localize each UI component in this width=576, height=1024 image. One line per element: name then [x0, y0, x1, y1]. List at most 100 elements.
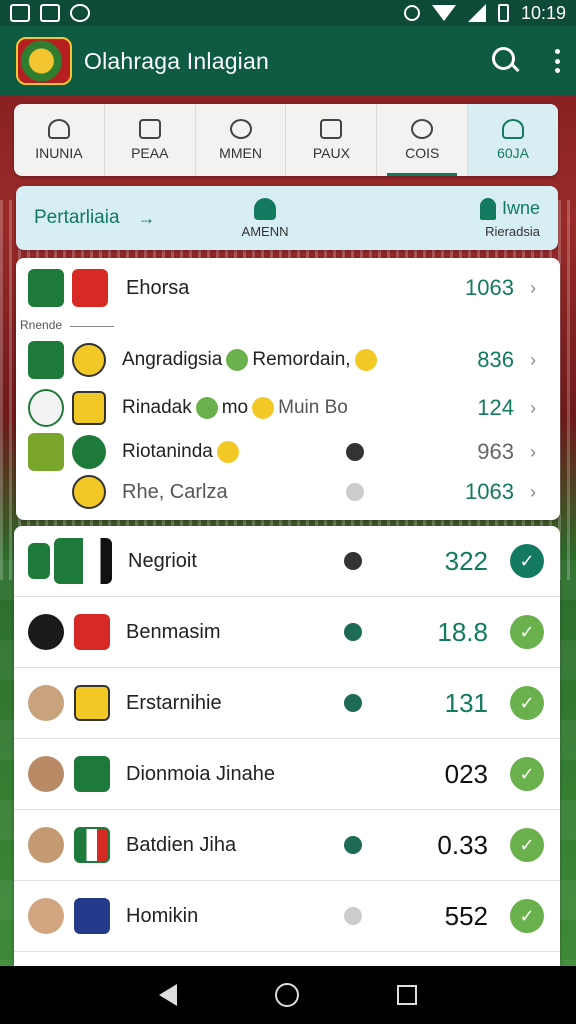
team-badge-icon: [74, 614, 110, 650]
item-name: Rhe, Carlza: [122, 480, 228, 503]
status-dot: [344, 623, 362, 641]
section-label: Rnende: [20, 318, 63, 332]
promo-banner[interactable]: Pertarliaia → AMENN Iwne Rieradsia: [16, 186, 558, 250]
player-value: 0.33: [437, 829, 488, 860]
app-logo: [16, 37, 72, 85]
table-row[interactable]: Dionmoia Jinahe 023 ✓: [14, 739, 560, 810]
player-avatar: [28, 827, 64, 863]
table-row[interactable]: Negrioit 322 ✓: [14, 526, 560, 597]
player-name: Negrioit: [128, 549, 197, 572]
check-icon[interactable]: ✓: [510, 544, 544, 578]
team-badge-icon: [72, 269, 108, 307]
item-name: Ehorsa: [126, 276, 190, 299]
arrow-right-icon: →: [137, 207, 156, 228]
item-value: 963: [477, 439, 514, 464]
chevron-right-icon: ›: [530, 481, 536, 502]
team-badge-icon: [28, 614, 64, 650]
back-icon[interactable]: [159, 984, 177, 1006]
search-icon[interactable]: [492, 47, 520, 75]
check-icon[interactable]: ✓: [510, 899, 544, 933]
table-row[interactable]: Benmasim 18.8 ✓: [14, 597, 560, 668]
trophy-icon: [479, 197, 496, 220]
team-badge-icon: [74, 898, 110, 934]
user-icon: [502, 119, 525, 139]
banner-mid-label: AMENN: [241, 223, 289, 239]
check-icon[interactable]: ✓: [510, 757, 544, 791]
player-value: 552: [444, 900, 488, 931]
player-name: Batdien Jiha: [126, 833, 237, 856]
table-row[interactable]: Erstarnihie 131 ✓: [14, 668, 560, 739]
team-badge-icon: [72, 435, 106, 469]
sync-icon: [70, 4, 90, 22]
table-row[interactable]: Homikin 552 ✓: [14, 881, 560, 952]
list-item[interactable]: Ehorsa 1063 ›: [16, 264, 560, 312]
item-name: Angradigsia Remordain,: [122, 348, 381, 371]
book-icon: [320, 119, 343, 139]
item-value: 1063: [465, 479, 514, 504]
table-row[interactable]: Batdien Jiha 0.33 ✓: [14, 810, 560, 881]
signal-icon: [467, 4, 486, 22]
category-tabs: INUNIA PEAA MMEN PAUX COIS 60JA: [14, 104, 558, 176]
home-icon[interactable]: [275, 983, 299, 1007]
item-value: 1063: [465, 275, 514, 300]
player-value: 023: [444, 758, 488, 789]
person-icon: [47, 119, 70, 139]
item-value: 124: [477, 395, 514, 420]
team-badge-icon: [72, 391, 106, 425]
banner-title: Pertarliaia: [34, 207, 120, 228]
tab-label: PAUX: [312, 145, 350, 161]
player-name: Homikin: [126, 904, 199, 927]
status-time: 10:19: [520, 2, 566, 23]
player-avatar: [72, 343, 106, 377]
team-badge-icon: [28, 341, 64, 379]
tab-peaa[interactable]: PEAA: [105, 104, 196, 176]
team-badge-icon: [28, 543, 50, 579]
player-list: Negrioit 322 ✓ Benmasim 18.8 ✓ Erstarnih…: [14, 526, 560, 966]
player-avatar: [28, 898, 64, 934]
system-nav-bar: [0, 966, 576, 1024]
tab-label: INUNIA: [35, 145, 83, 161]
player-name: Dionmoia Jinahe: [126, 762, 275, 785]
tab-inunia[interactable]: INUNIA: [14, 104, 105, 176]
player-name: Erstarnihie: [126, 691, 222, 714]
divider: [70, 326, 114, 327]
team-badge-icon: [54, 538, 112, 584]
chevron-right-icon: ›: [530, 397, 536, 418]
search-icon: [229, 119, 252, 139]
chevron-right-icon: ›: [530, 441, 536, 462]
app-bar: Olahraga Inlagian: [0, 26, 576, 96]
tab-label: MMEN: [219, 145, 262, 161]
recent-apps-icon[interactable]: [397, 985, 417, 1005]
tv-icon: [138, 119, 161, 139]
item-value: 836: [477, 347, 514, 372]
chevron-right-icon: ›: [530, 277, 536, 298]
tab-60ja[interactable]: 60JA: [468, 104, 558, 176]
item-name: Rinadak mo Muin Bo: [122, 396, 348, 419]
vibrate-icon: [403, 5, 420, 21]
tab-mmen[interactable]: MMEN: [196, 104, 287, 176]
status-bar: 10:19: [0, 0, 576, 26]
list-item[interactable]: Rinadak mo Muin Bo 124 ›: [16, 384, 560, 432]
check-icon[interactable]: ✓: [510, 828, 544, 862]
tab-label: PEAA: [131, 145, 169, 161]
more-options-icon[interactable]: [554, 49, 560, 73]
app-title: Olahraga Inlagian: [84, 47, 269, 74]
team-badge-icon: [28, 389, 64, 427]
tab-paux[interactable]: PAUX: [286, 104, 378, 176]
battery-icon: [497, 4, 509, 22]
list-item[interactable]: Rhe, Carlza 1063 ›: [16, 468, 560, 516]
person-icon: [254, 197, 277, 220]
check-icon[interactable]: ✓: [510, 686, 544, 720]
status-dot: [344, 694, 362, 712]
news-icon: [40, 4, 60, 22]
tab-cois[interactable]: COIS: [377, 104, 469, 176]
chevron-right-icon: ›: [530, 349, 536, 370]
status-dot: [344, 836, 362, 854]
player-avatar: [28, 756, 64, 792]
player-value: 18.8: [437, 616, 488, 647]
team-badge-icon: [28, 269, 64, 307]
list-item[interactable]: Angradigsia Remordain, 836 ›: [16, 336, 560, 384]
check-icon[interactable]: ✓: [510, 615, 544, 649]
player-value: 131: [444, 687, 488, 718]
standings-card: Ehorsa 1063 › Rnende Angradigsia Remordai…: [16, 258, 560, 520]
